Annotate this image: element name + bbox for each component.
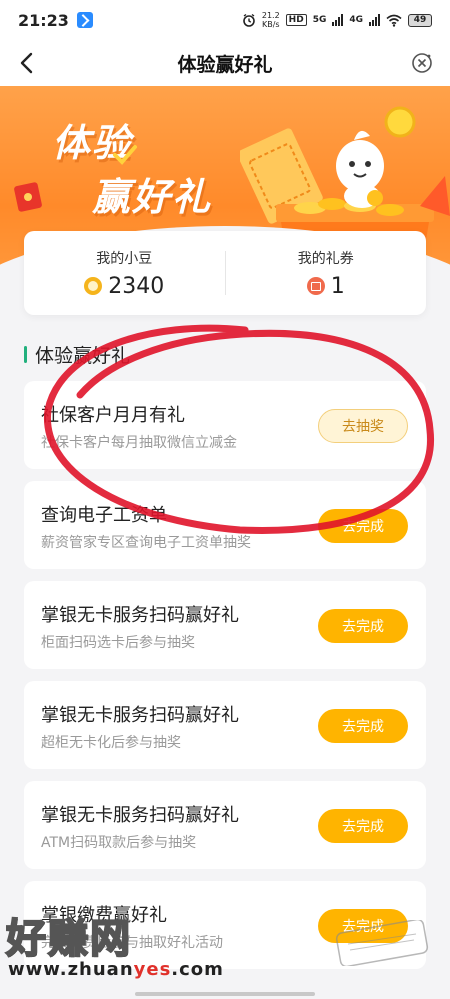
battery-icon: 49 [408, 13, 432, 27]
beans-block[interactable]: 我的小豆 2340 [24, 248, 225, 299]
close-icon[interactable] [410, 51, 434, 75]
task-card: 掌银无卡服务扫码赢好礼 ATM扫码取款后参与抽奖 去完成 [24, 781, 426, 869]
complete-task-button[interactable]: 去完成 [318, 609, 408, 643]
banner-title-line2: 赢好礼 [92, 175, 213, 219]
alarm-icon [243, 13, 255, 27]
red-envelope-icon [14, 182, 42, 212]
points-card: 我的小豆 2340 我的礼券 1 [24, 231, 426, 315]
section-title-text: 体验赢好礼 [35, 344, 131, 367]
back-arrow-icon[interactable] [14, 49, 42, 77]
coupons-value: 1 [330, 273, 345, 299]
status-bar: 21:23 21.2 KB/s HD 5G 4G 49 [0, 0, 450, 40]
complete-task-button[interactable]: 去完成 [318, 509, 408, 543]
task-card: 查询电子工资单 薪资管家专区查询电子工资单抽奖 去完成 [24, 481, 426, 569]
check-mark-icon [113, 145, 137, 165]
draw-lottery-button[interactable]: 去抽奖 [318, 409, 408, 443]
task-desc: 薪资管家专区查询电子工资单抽奖 [41, 535, 251, 551]
home-indicator[interactable] [135, 992, 315, 996]
bean-coin-icon [84, 277, 103, 295]
beans-value: 2340 [108, 273, 165, 299]
watermark-url: www.zhuanyes.com [8, 959, 224, 980]
task-desc: 社保卡客户每月抽取微信立减金 [41, 435, 237, 451]
app-notification-icon [76, 12, 93, 28]
page-title: 体验赢好礼 [177, 53, 273, 76]
signal-icon-2 [369, 14, 380, 26]
watermark-url-highlight: yes [133, 959, 172, 980]
task-card: 掌银无卡服务扫码赢好礼 超柜无卡化后参与抽奖 去完成 [24, 681, 426, 769]
network-speed: 21.2 KB/s [262, 11, 280, 29]
task-card: 掌银无卡服务扫码赢好礼 柜面扫码选卡后参与抽奖 去完成 [24, 581, 426, 669]
wifi-icon [386, 14, 402, 27]
section-title: 体验赢好礼 [24, 342, 131, 367]
task-card: 社保客户月月有礼 社保卡客户每月抽取微信立减金 去抽奖 [24, 381, 426, 469]
coupon-icon [306, 277, 325, 295]
watermark-stamp-logo [335, 920, 429, 966]
task-desc: 超柜无卡化后参与抽奖 [41, 735, 181, 751]
network-type-1: 5G [312, 15, 327, 25]
complete-task-button[interactable]: 去完成 [318, 709, 408, 743]
beans-value-row: 2340 [24, 274, 225, 299]
network-type-2: 4G [349, 15, 363, 25]
watermark-brand: 好赚网 [5, 915, 132, 963]
task-title: 社保客户月月有礼 [41, 405, 185, 426]
complete-task-button[interactable]: 去完成 [318, 809, 408, 843]
coupons-value-row: 1 [226, 274, 427, 299]
status-indicators: 21.2 KB/s HD 5G 4G 49 [242, 11, 432, 29]
task-title: 掌银无卡服务扫码赢好礼 [41, 805, 239, 826]
network-speed-unit: KB/s [261, 20, 280, 29]
coupons-block[interactable]: 我的礼券 1 [226, 248, 427, 299]
page: 21:23 21.2 KB/s HD 5G 4G 49 体验赢好礼 体验 赢好礼… [0, 0, 450, 999]
task-desc: ATM扫码取款后参与抽奖 [41, 835, 197, 851]
task-title: 查询电子工资单 [41, 505, 167, 526]
section-accent-bar [24, 345, 27, 363]
task-title: 掌银无卡服务扫码赢好礼 [41, 705, 239, 726]
signal-icon [332, 14, 344, 26]
watermark-url-suffix: .com [171, 959, 224, 980]
coupons-label: 我的礼券 [297, 250, 354, 267]
nav-bar: 体验赢好礼 [0, 40, 450, 86]
status-time: 21:23 [18, 10, 69, 30]
task-title: 掌银无卡服务扫码赢好礼 [41, 605, 239, 626]
task-desc: 柜面扫码选卡后参与抽奖 [41, 635, 195, 651]
network-speed-value: 21.2 [261, 11, 280, 20]
hd-badge: HD [285, 14, 307, 26]
beans-label: 我的小豆 [96, 250, 153, 267]
watermark-url-prefix: www.zhuan [8, 959, 134, 980]
